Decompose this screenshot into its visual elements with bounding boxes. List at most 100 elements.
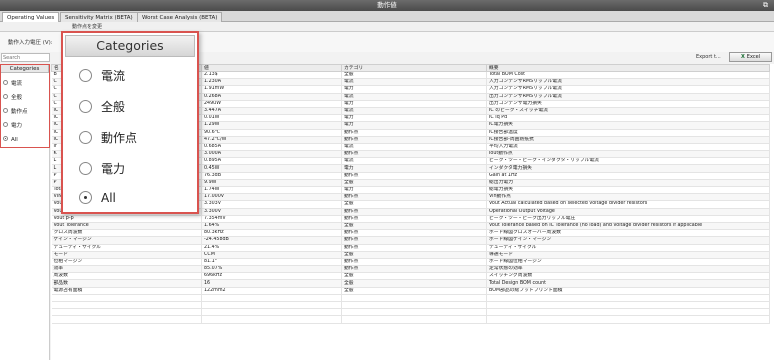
tab-sensitivity-matrix[interactable]: Sensitivity Matrix (BETA)	[60, 12, 138, 22]
empty-cell	[341, 294, 487, 303]
empty-cell	[486, 294, 770, 303]
tab-worst-case-analysis[interactable]: Worst Case Analysis (BETA)	[137, 12, 223, 22]
cell-category: 動作点	[341, 244, 487, 252]
excel-label: Excel	[746, 54, 761, 60]
cell-description: Operational Output Voltage	[486, 208, 770, 216]
table-row[interactable]: Vout p-p 7.354mV 動作点 ピーク・ツー・ピーク出力リップル電圧	[51, 215, 770, 223]
empty-row	[51, 294, 770, 303]
column-header-value[interactable]: 値	[201, 64, 342, 72]
cell-name: 電源占有面積	[51, 287, 202, 295]
cell-description: IC電力損失	[486, 121, 770, 130]
cell-value: 2.13$	[201, 71, 342, 80]
table-row[interactable]: ゲイン・マージン -24.458dB 動作点 ボード線図ゲイン・マージン	[51, 236, 770, 245]
popup-item-power[interactable]: 電力	[79, 160, 125, 178]
cell-name: Vout Tolerance	[51, 222, 202, 231]
empty-cell	[486, 308, 770, 317]
cell-description: ボード線図クロスオーバー周波数	[486, 229, 770, 238]
popup-item-general[interactable]: 全般	[79, 98, 125, 116]
cell-value: 9.9W	[201, 179, 342, 188]
cell-category: 動作点	[341, 193, 487, 202]
table-row[interactable]: デューティ・サイクル 21.4% 動作点 デューティ・サイクル	[51, 244, 770, 252]
search-input[interactable]	[1, 53, 50, 62]
restore-icon[interactable]: ⧉	[763, 0, 768, 11]
empty-row	[51, 315, 770, 324]
popup-title: Categories	[65, 35, 195, 57]
cell-category: 電力	[341, 164, 487, 173]
cell-category: 全般	[341, 222, 487, 231]
empty-cell	[51, 294, 202, 303]
popup-item-current[interactable]: 電流	[79, 67, 125, 85]
table-row[interactable]: 部品数 16 全般 Total Design BOM count	[51, 279, 770, 288]
table-row[interactable]: 電源占有面積 122mm2 全般 BOM部品の総フットプリント面積	[51, 287, 770, 295]
cell-description: Vout Tolerance based on IC Tolerance (no…	[486, 222, 770, 231]
cell-value: 7.354mV	[201, 215, 342, 223]
radio-icon[interactable]	[79, 162, 92, 175]
radio-icon[interactable]	[79, 69, 92, 82]
cell-name: Vout p-p	[51, 215, 202, 223]
cell-description: Iout動作点	[486, 150, 770, 159]
cell-description: インダクタ電力損失	[486, 164, 770, 173]
cell-name: モード	[51, 251, 202, 259]
empty-cell	[201, 294, 342, 303]
radio-icon[interactable]	[79, 100, 92, 113]
cell-category: 動作点	[341, 258, 487, 267]
empty-cell	[51, 308, 202, 317]
cell-description: 導通モード	[486, 251, 770, 259]
cell-category: 動作点	[341, 172, 487, 180]
radio-selected-icon[interactable]	[79, 191, 92, 204]
cell-value: 122mm2	[201, 287, 342, 295]
cell-description: ボード線図位相マージン	[486, 258, 770, 267]
table-row[interactable]: クロス周波数 80.3kHz 動作点 ボード線図クロスオーバー周波数	[51, 229, 770, 238]
cell-description: IC接合部-周囲熱抵抗	[486, 136, 770, 144]
cell-category: 電力	[341, 85, 487, 94]
popup-item-all[interactable]: All	[79, 189, 116, 207]
cell-category: 動作点	[341, 208, 487, 216]
cell-description: 総電力損失	[486, 186, 770, 195]
cell-name: 周波数	[51, 272, 202, 281]
cell-description: Vin動作点	[486, 193, 770, 202]
cell-description: デューティ・サイクル	[486, 244, 770, 252]
excel-icon: X	[740, 54, 745, 60]
sidebar-highlight	[0, 64, 50, 148]
cell-category: 全般	[341, 272, 487, 281]
tab-operating-values[interactable]: Operating Values	[2, 12, 60, 22]
cell-category: 電流	[341, 143, 487, 152]
cell-description: 総出力電力	[486, 179, 770, 188]
cell-category: 動作点	[341, 229, 487, 238]
cell-value: 47.2℃/W	[201, 136, 342, 144]
cell-value: -24.458dB	[201, 236, 342, 245]
cell-value: 81.1°	[201, 258, 342, 267]
cell-name: ゲイン・マージン	[51, 236, 202, 245]
app-window: 動作値 ⧉ Operating Values Sensitivity Matri…	[0, 0, 774, 360]
cell-description: Total Design BOM count	[486, 279, 770, 288]
export-label: Export t...	[696, 54, 721, 60]
cell-value: 0.268A	[201, 93, 342, 101]
cell-value: 90.6℃	[201, 129, 342, 137]
table-row[interactable]: 効率 85.07% 動作点 定常状態の効率	[51, 265, 770, 274]
cell-category: 全般	[341, 287, 487, 295]
column-header-description[interactable]: 概要	[486, 64, 770, 72]
cell-description: Total BOM Cost	[486, 71, 770, 80]
cell-value: 80.3kHz	[201, 229, 342, 238]
cell-value: 3.447A	[201, 107, 342, 116]
cell-category: 全般	[341, 200, 487, 209]
excel-export-button[interactable]: X Excel	[729, 52, 772, 62]
change-operating-point-link[interactable]: 動作点を変更	[72, 23, 102, 30]
popup-item-operating-point[interactable]: 動作点	[79, 129, 137, 147]
cell-name: 効率	[51, 265, 202, 274]
table-row[interactable]: 周波数 696kHz 全般 スイッチング周波数	[51, 272, 770, 281]
cell-category: 電流	[341, 107, 487, 116]
column-header-category[interactable]: カテゴリ	[341, 64, 487, 72]
table-row[interactable]: モード CCM 全般 導通モード	[51, 251, 770, 259]
table-row[interactable]: 位相マージン 81.1° 動作点 ボード線図位相マージン	[51, 258, 770, 267]
cell-description: BOM部品の総フットプリント面積	[486, 287, 770, 295]
empty-cell	[341, 308, 487, 317]
cell-category: 動作点	[341, 236, 487, 245]
cell-category: 動作点	[341, 265, 487, 274]
cell-value: CCM	[201, 251, 342, 259]
cell-category: 動作点	[341, 136, 487, 144]
table-row[interactable]: Vout Tolerance 1.64% 全般 Vout Tolerance base…	[51, 222, 770, 231]
radio-icon[interactable]	[79, 131, 92, 144]
cell-category: 電流	[341, 93, 487, 101]
cell-category: 全般	[341, 251, 487, 259]
